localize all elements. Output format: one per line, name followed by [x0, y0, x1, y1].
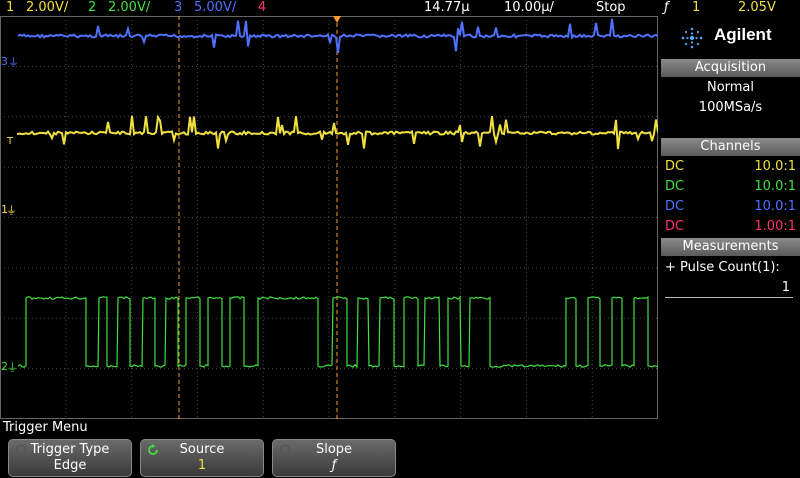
ch3-coupling: DC	[665, 199, 685, 214]
ch3-scale[interactable]: 5.00V/	[194, 0, 236, 16]
svg-text:3: 3	[1, 55, 8, 68]
ch3-ground-marker[interactable]: 3 ⏚	[1, 55, 19, 69]
source-value: 1	[197, 458, 207, 473]
agilent-spark-icon	[681, 27, 703, 49]
ch4-probe: 1.00:1	[754, 219, 796, 234]
source-softkey[interactable]: Source 1	[140, 439, 264, 477]
channel-row-2: DC 10.0:1	[665, 177, 796, 197]
source-label: Source	[179, 442, 225, 457]
channel-row-3: DC 10.0:1	[665, 197, 796, 217]
channels-header: Channels	[661, 138, 800, 156]
sample-rate: 100MSa/s	[698, 100, 763, 115]
channel-row-1: DC 10.0:1	[665, 157, 796, 177]
trigger-level: 2.05V	[738, 0, 776, 15]
time-position[interactable]: 14.77µ	[424, 0, 470, 16]
trigger-level-marker[interactable]: T	[6, 136, 14, 147]
trigger-type-value: Edge	[53, 458, 87, 473]
trigger-type-softkey[interactable]: Trigger Type Edge	[8, 439, 132, 477]
svg-text:T: T	[6, 136, 14, 147]
measurement-label: + Pulse Count(1):	[665, 260, 780, 275]
channel-row-4: DC 1.00:1	[665, 217, 796, 237]
status-bar: 1 2.00V/ 2 2.00V/ 3 5.00V/ 4 14.77µ 10.0…	[0, 0, 800, 16]
trigger-slope-icon: ƒ	[664, 0, 669, 15]
ch1-ground-marker[interactable]: 1 ⏚	[1, 203, 17, 217]
acquisition-header: Acquisition	[661, 59, 800, 77]
time-per-div[interactable]: 10.00µ/	[504, 0, 554, 16]
slope-softkey[interactable]: Slope ƒ	[272, 439, 396, 477]
svg-text:⏚: ⏚	[7, 361, 18, 374]
ch1-probe: 10.0:1	[754, 159, 796, 174]
ch2-coupling: DC	[665, 179, 685, 194]
svg-text:⏚: ⏚	[8, 56, 19, 69]
ch2-scale[interactable]: 2.00V/	[108, 0, 150, 16]
brand-logo: Agilent	[661, 16, 800, 58]
run-state: Stop	[596, 0, 626, 15]
trigger-source: 1	[692, 0, 701, 15]
ch2-number[interactable]: 2	[88, 0, 96, 16]
acquisition-mode: Normal	[706, 80, 755, 95]
side-panel: Agilent Acquisition Normal 100MSa/s Chan…	[661, 16, 800, 419]
ch1-number[interactable]: 1	[6, 0, 14, 16]
ch1-coupling: DC	[665, 159, 685, 174]
ch4-coupling: DC	[665, 219, 685, 234]
measurement-value: 1	[781, 280, 790, 295]
ch2-ground-marker[interactable]: 2 ⏚	[1, 360, 18, 374]
ch3-probe: 10.0:1	[754, 199, 796, 214]
menu-title: Trigger Menu	[3, 420, 88, 435]
measurement-divider	[665, 297, 793, 298]
ch4-number[interactable]: 4	[258, 0, 266, 16]
svg-text:⏚: ⏚	[6, 204, 17, 217]
ch1-scale[interactable]: 2.00V/	[26, 0, 68, 16]
ch3-number[interactable]: 3	[174, 0, 182, 16]
slope-label: Slope	[315, 442, 353, 457]
trigger-type-label: Trigger Type	[30, 442, 110, 457]
waveform-display[interactable]: 3 ⏚ T 1 ⏚ 2 ⏚	[0, 16, 658, 419]
measurements-header: Measurements	[661, 238, 800, 256]
ch2-probe: 10.0:1	[754, 179, 796, 194]
brand-name: Agilent	[714, 25, 772, 44]
slope-value-icon: ƒ	[331, 458, 337, 473]
